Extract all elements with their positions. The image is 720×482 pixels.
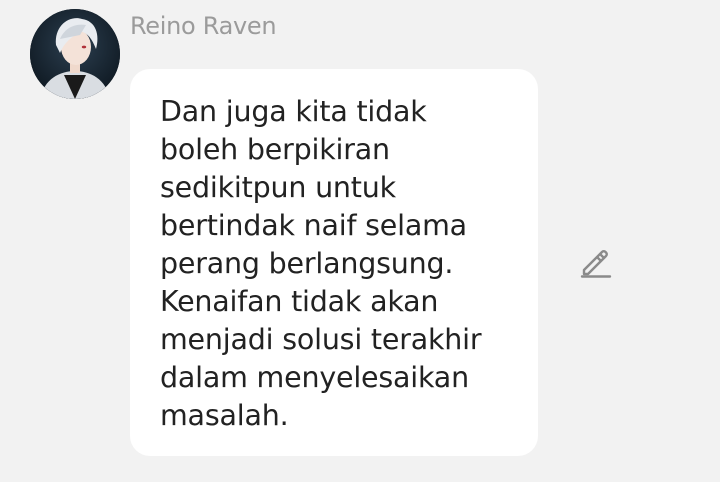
avatar-image: [30, 9, 120, 99]
edit-button[interactable]: [578, 246, 614, 280]
avatar[interactable]: [30, 9, 120, 99]
sender-name: Reino Raven: [130, 12, 277, 40]
pencil-edit-icon: [580, 250, 612, 278]
message-bubble[interactable]: Dan juga kita tidak boleh berpikiran sed…: [130, 69, 538, 456]
message-text: Dan juga kita tidak boleh berpikiran sed…: [160, 95, 482, 432]
